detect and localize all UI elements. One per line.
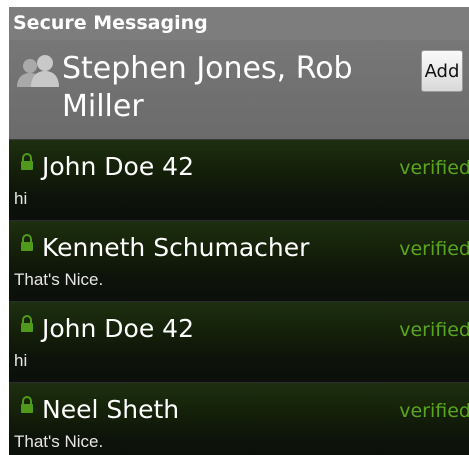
app-screen: Secure Messaging Stephen Jones, Rob Mill… [9, 7, 469, 455]
conversation-title: Stephen Jones, Rob Miller [62, 51, 353, 124]
conversation-header: Stephen Jones, Rob Miller Add [9, 40, 469, 140]
message-text: That's Nice. [14, 432, 104, 451]
sender-name: Neel Sheth [42, 395, 180, 424]
verified-status: verified [399, 319, 469, 341]
lock-icon [21, 315, 33, 332]
message-text: hi [14, 189, 28, 208]
sender-name: John Doe 42 [42, 314, 194, 343]
message-row[interactable]: John Doe 42 verified hi [9, 302, 469, 383]
verified-status: verified [399, 238, 469, 260]
sender-name: John Doe 42 [42, 152, 194, 181]
app-title: Secure Messaging [13, 12, 208, 34]
verified-status: verified [399, 400, 469, 422]
message-row[interactable]: Neel Sheth verified That's Nice. [9, 383, 469, 455]
message-list: John Doe 42 verified hi Kenneth Schumach… [9, 140, 469, 455]
lock-icon [21, 153, 33, 170]
add-button[interactable]: Add [421, 50, 463, 92]
message-text: That's Nice. [14, 270, 104, 289]
group-contacts-icon [17, 55, 59, 87]
lock-icon [21, 234, 33, 251]
message-row[interactable]: Kenneth Schumacher verified That's Nice. [9, 221, 469, 302]
message-text: hi [14, 351, 28, 370]
message-row[interactable]: John Doe 42 verified hi [9, 140, 469, 221]
sender-name: Kenneth Schumacher [42, 233, 310, 262]
lock-icon [21, 396, 33, 413]
app-title-bar: Secure Messaging [9, 7, 469, 40]
verified-status: verified [399, 157, 469, 179]
